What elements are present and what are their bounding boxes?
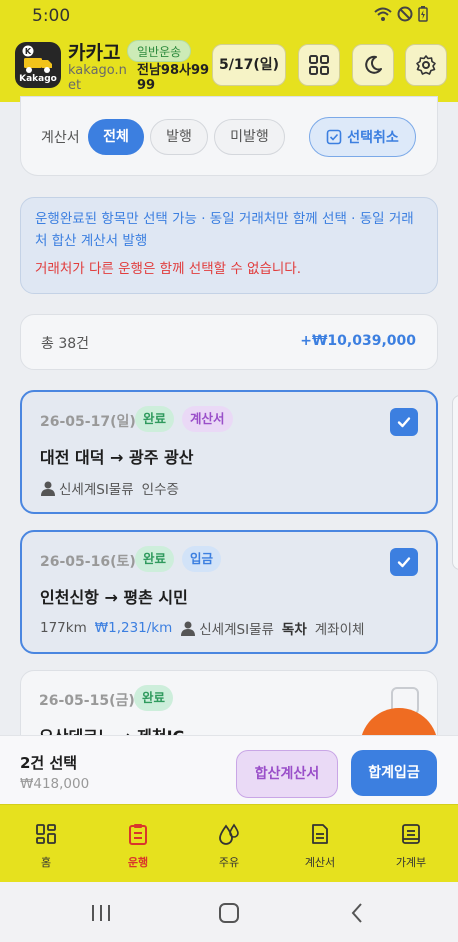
filter-chip-all[interactable]: 전체 <box>88 119 144 155</box>
deposit-badge: 입금 <box>182 546 222 572</box>
nav-item-fuel[interactable]: 주유 <box>194 823 264 870</box>
nav-item-home[interactable]: 홈 <box>11 823 81 870</box>
battery-icon <box>418 6 428 22</box>
status-bar: 5:00 <box>0 0 458 32</box>
status-time: 5:00 <box>32 6 71 26</box>
merge-invoice-button[interactable]: 합산계산서 <box>236 750 338 798</box>
nav-label-ledger: 가계부 <box>395 856 427 869</box>
trip-distance: 177km <box>40 620 87 636</box>
selected-count: 2건 선택 <box>20 754 78 772</box>
checkbox-icon <box>326 129 342 145</box>
svg-text:K: K <box>25 47 32 56</box>
cancel-selection-label: 선택취소 <box>347 130 399 146</box>
moon-icon <box>365 55 382 74</box>
selection-notice: 운행완료된 항목만 선택 가능 · 동일 거래처만 함께 선택 · 동일 거래처… <box>20 197 438 294</box>
nav-label-home: 홈 <box>40 856 52 869</box>
app-title: 카카고 <box>68 42 121 64</box>
filter-chip-unissued[interactable]: 미발행 <box>214 119 285 155</box>
status-badge: 완료 <box>134 685 174 711</box>
trip-client: 신세계SI물류 <box>40 478 134 498</box>
recent-apps-icon[interactable] <box>90 903 112 923</box>
nav-label-invoice: 계산서 <box>304 856 336 869</box>
merge-deposit-button[interactable]: 합계입금 <box>351 750 437 796</box>
system-nav-bar <box>0 882 458 942</box>
check-icon <box>397 417 411 428</box>
invoice-filter-card: 계산서 전체 발행 미발행 선택취소 <box>20 96 438 176</box>
invoice-badge: 계산서 <box>182 406 233 432</box>
document-icon <box>312 824 328 844</box>
truck-logo-icon: K <box>22 45 52 73</box>
date-button[interactable]: 5/17(일) <box>212 44 286 86</box>
vehicle-plate: 전남98사9999 <box>137 63 210 93</box>
trip-meta: 177km ₩1,231/km 신세계SI물류 독차 계좌이체 <box>40 618 364 638</box>
edge-panel-handle[interactable] <box>452 395 458 570</box>
trip-card[interactable]: 26-05-16(토) 완료 입금 인천신항 → 평촌 시민 177km ₩1,… <box>20 530 438 654</box>
wifi-icon <box>374 7 392 21</box>
trip-card[interactable]: 26-05-17(일) 완료 계산서 대전 대덕 → 광주 광산 신세계SI물류… <box>20 390 438 514</box>
do-not-disturb-icon <box>397 6 413 22</box>
trip-count: 총 38건 <box>41 336 90 352</box>
check-icon <box>397 557 411 568</box>
trip-client: 신세계SI물류 <box>180 618 274 638</box>
app-logo: K Kakago <box>15 42 61 88</box>
trip-checkbox[interactable] <box>390 408 418 436</box>
notice-warning: 거래처가 다른 운행은 함께 선택할 수 없습니다. <box>35 261 302 277</box>
dark-mode-button[interactable] <box>352 44 394 86</box>
bottom-nav: 홈 운행 주유 계산서 가계부 <box>0 804 458 882</box>
clipboard-icon <box>129 824 147 845</box>
trip-payment-method: 계좌이체 <box>314 622 365 638</box>
nav-label-fuel: 주유 <box>218 856 240 869</box>
back-icon[interactable] <box>350 902 364 924</box>
nav-label-trips: 운행 <box>127 856 149 869</box>
grid-icon <box>309 55 329 75</box>
home-grid-icon <box>36 824 56 844</box>
mode-badge[interactable]: 일반운송 <box>127 40 192 62</box>
cancel-selection-button[interactable]: 선택취소 <box>309 117 416 157</box>
ledger-book-icon <box>402 824 420 844</box>
trip-unit-price: ₩1,231/km <box>94 620 173 636</box>
trip-total: +₩10,039,000 <box>300 333 416 349</box>
nav-item-invoice[interactable]: 계산서 <box>285 823 355 870</box>
selected-amount: ₩418,000 <box>20 776 90 792</box>
app-domain: kakago.net <box>68 63 127 93</box>
trip-route: 인천신항 → 평촌 시민 <box>40 588 188 607</box>
nav-item-ledger[interactable]: 가계부 <box>376 823 446 870</box>
person-icon <box>181 621 196 636</box>
grid-view-button[interactable] <box>298 44 340 86</box>
gear-icon <box>416 55 436 75</box>
status-badge: 완료 <box>135 406 175 432</box>
trip-date: 26-05-15(금) <box>39 693 135 709</box>
fuel-drop-icon <box>219 823 239 845</box>
status-badge: 완료 <box>135 546 175 572</box>
filter-chip-issued[interactable]: 발행 <box>150 119 208 155</box>
settings-button[interactable] <box>405 44 447 86</box>
status-icons <box>374 6 428 22</box>
selection-action-bar: 2건 선택 ₩418,000 합산계산서 합계입금 <box>0 735 458 804</box>
notice-info: 운행완료된 항목만 선택 가능 · 동일 거래처만 함께 선택 · 동일 거래처… <box>35 211 414 249</box>
logo-text: Kakago <box>19 74 57 84</box>
trip-summary: 총 38건 +₩10,039,000 <box>20 314 438 370</box>
trip-vehicle-type: 독차 <box>281 622 307 638</box>
app-header: K Kakago 카카고 kakago.net 일반운송 전남98사9999 5… <box>0 32 458 102</box>
trip-client-name: 신세계SI물류 <box>59 482 134 498</box>
filter-label: 계산서 <box>41 130 80 146</box>
home-button-icon[interactable] <box>218 902 240 924</box>
trip-client-name: 신세계SI물류 <box>199 622 274 638</box>
nav-item-trips[interactable]: 운행 <box>103 823 173 870</box>
trip-checkbox[interactable] <box>390 548 418 576</box>
trip-receipt: 인수증 <box>141 482 179 498</box>
person-icon <box>41 481 55 496</box>
trip-date: 26-05-17(일) <box>40 414 136 430</box>
trip-date: 26-05-16(토) <box>40 554 136 570</box>
trip-route: 대전 대덕 → 광주 광산 <box>40 448 194 467</box>
trip-meta: 신세계SI물류 인수증 <box>40 478 179 498</box>
